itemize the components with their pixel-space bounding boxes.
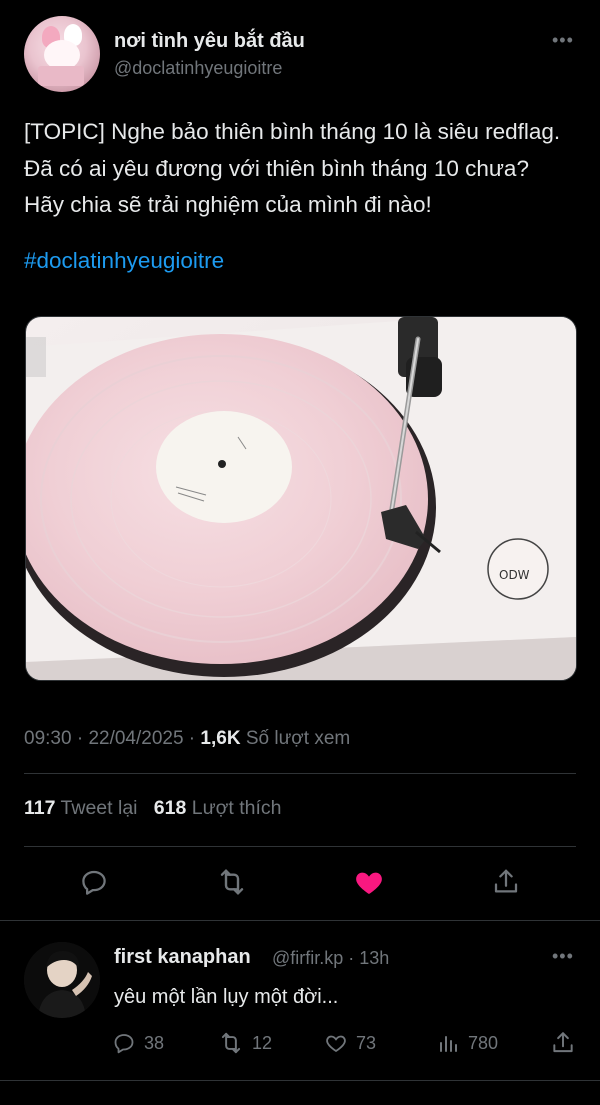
author-handle[interactable]: @doclatinhyeugioitre — [114, 58, 282, 79]
reply-retweet-button[interactable]: 12 — [218, 1028, 272, 1058]
reply-reply-button[interactable]: 38 — [112, 1028, 164, 1058]
like-button[interactable] — [351, 864, 387, 900]
more-options-icon[interactable]: ••• — [552, 30, 574, 51]
views-count: 1,6K — [200, 728, 241, 749]
reply-views-count: 780 — [468, 1032, 499, 1053]
tweet-text: [TOPIC] Nghe bảo thiên bình tháng 10 là … — [24, 119, 561, 217]
author-display-name[interactable]: nơi tình yêu bắt đầu — [114, 30, 305, 53]
reply-retweets-count: 12 — [252, 1032, 273, 1053]
hashtag-link[interactable]: #doclatinhyeugioitre — [24, 248, 224, 274]
tweet-time[interactable]: 09:30 — [24, 728, 72, 749]
author-avatar[interactable] — [24, 16, 100, 92]
reply-display-name[interactable]: first kanaphan — [114, 946, 251, 969]
likes-count[interactable]: 618 — [154, 797, 187, 819]
reply-more-options-icon[interactable]: ••• — [552, 946, 574, 967]
divider — [24, 773, 576, 774]
reply-time[interactable]: 13h — [359, 948, 389, 968]
tweet-media-image[interactable]: ODW — [25, 316, 577, 681]
share-icon — [553, 1032, 573, 1053]
reply-like-button[interactable]: 73 — [324, 1028, 376, 1058]
reply-views-button[interactable]: 780 — [436, 1028, 498, 1058]
retweet-icon — [220, 869, 244, 895]
reply-text: yêu một lần lụy một đời... — [114, 986, 339, 1008]
retweet-button[interactable] — [214, 864, 250, 900]
share-icon — [494, 869, 518, 893]
tweet-date[interactable]: 22/04/2025 — [88, 728, 183, 749]
retweet-icon — [221, 1032, 241, 1054]
reply-button[interactable] — [76, 864, 112, 900]
retweets-label[interactable]: Tweet lại — [61, 797, 138, 819]
reply-replies-count: 38 — [144, 1032, 165, 1053]
engagement-stats: 117 Tweet lại 618 Lượt thích — [24, 797, 282, 820]
likes-label[interactable]: Lượt thích — [192, 797, 282, 819]
divider — [24, 846, 576, 847]
views-chart-icon — [440, 1036, 457, 1052]
reply-share-button[interactable] — [550, 1028, 576, 1058]
retweets-count[interactable]: 117 — [24, 797, 55, 819]
reply-likes-count: 73 — [356, 1032, 377, 1053]
svg-text:ODW: ODW — [499, 568, 530, 582]
reply-icon — [82, 870, 106, 895]
reply-meta: @firfir.kp · 13h — [272, 948, 390, 968]
reply-avatar[interactable] — [24, 942, 100, 1018]
heart-icon — [356, 872, 382, 894]
tweet-meta: 09:30 · 22/04/2025 · 1,6K Số lượt xem — [24, 728, 351, 749]
divider — [0, 920, 600, 921]
views-label: Số lượt xem — [245, 728, 351, 749]
divider — [0, 1080, 600, 1081]
reply-icon — [114, 1034, 134, 1054]
heart-outline-icon — [326, 1035, 346, 1053]
share-button[interactable] — [488, 864, 524, 900]
reply-handle[interactable]: @firfir.kp — [272, 948, 343, 968]
